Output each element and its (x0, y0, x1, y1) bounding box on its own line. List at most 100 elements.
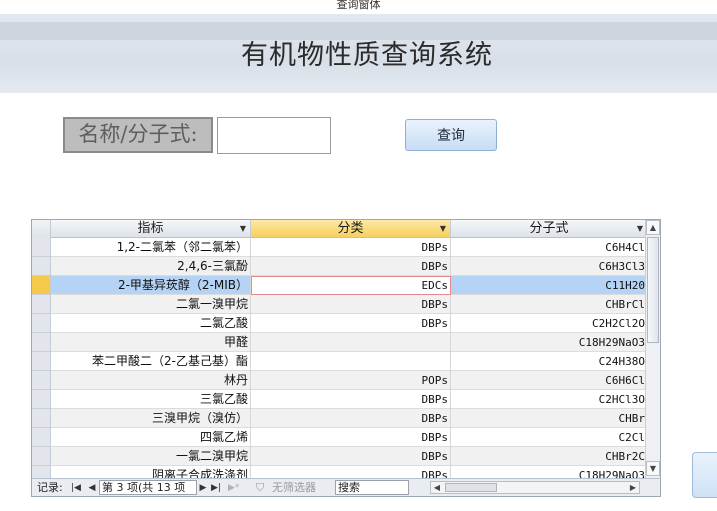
cell-indicator[interactable]: 2,4,6-三氯酚 (51, 257, 251, 276)
cell-indicator[interactable]: 二氯一溴甲烷 (51, 295, 251, 314)
row-selector[interactable] (32, 409, 51, 428)
record-navigator: 记录: |◀ ◀ 第 3 项(共 13 项 ▶ ▶| ▶* ⛉ 无筛选器 搜索 … (32, 478, 660, 496)
prev-record-icon[interactable]: ◀ (87, 480, 97, 495)
last-record-icon[interactable]: ▶| (211, 480, 221, 495)
table-row[interactable]: 二氯一溴甲烷 DBPs CHBrCl (32, 295, 648, 314)
select-all-corner[interactable] (32, 220, 51, 238)
grid-search-input[interactable]: 搜索 (335, 480, 409, 495)
cell-formula[interactable]: C2Cl (451, 428, 648, 447)
new-record-icon[interactable]: ▶* (228, 480, 239, 495)
filter-status[interactable]: 无筛选器 (272, 480, 316, 495)
table-row[interactable]: 一氯二溴甲烷 DBPs CHBr2C (32, 447, 648, 466)
cell-category[interactable]: DBPs (251, 447, 451, 466)
filter-icon[interactable]: ⛉ (256, 480, 264, 495)
vertical-scrollbar[interactable]: ▲ ▼ (645, 220, 660, 478)
row-selector[interactable] (32, 314, 51, 333)
column-header-label: 指标 (137, 221, 164, 236)
row-selector[interactable] (32, 238, 51, 257)
table-row[interactable]: 二氯乙酸 DBPs C2H2Cl2O (32, 314, 648, 333)
cell-indicator[interactable]: 苯二甲酸二（2-乙基己基）酯 (51, 352, 251, 371)
cell-formula[interactable]: C2HCl3O (451, 390, 648, 409)
search-label: 名称/分子式: (63, 117, 213, 153)
cell-formula[interactable]: CHBr (451, 409, 648, 428)
results-datasheet: 指标 ▼ 分类 ▼ 分子式 ▼ 1,2-二氯苯（邻二氯苯） DBPs C6H4Cl 2… (31, 219, 661, 497)
table-row[interactable]: 三溴甲烷（溴仿） DBPs CHBr (32, 409, 648, 428)
next-record-icon[interactable]: ▶ (198, 480, 208, 495)
cell-formula[interactable]: C6H4Cl (451, 238, 648, 257)
grid-header: 指标 ▼ 分类 ▼ 分子式 ▼ (32, 220, 648, 238)
cell-formula[interactable]: CHBrCl (451, 295, 648, 314)
cell-indicator[interactable]: 2-甲基异莰醇（2-MIB） (51, 276, 251, 295)
cell-indicator[interactable]: 阴离子合成洗涤剂 (51, 466, 251, 478)
first-record-icon[interactable]: |◀ (71, 480, 81, 495)
scroll-up-icon[interactable]: ▲ (646, 220, 660, 235)
cell-category[interactable]: DBPs (251, 295, 451, 314)
cell-category[interactable]: EDCs (251, 276, 451, 295)
table-row[interactable]: 四氯乙烯 DBPs C2Cl (32, 428, 648, 447)
column-header-label: 分子式 (529, 221, 569, 236)
table-row[interactable]: 林丹 POPs C6H6Cl (32, 371, 648, 390)
row-selector[interactable] (32, 276, 51, 295)
chevron-down-icon[interactable]: ▼ (240, 220, 246, 237)
scroll-thumb[interactable] (647, 237, 659, 343)
record-label: 记录: (37, 481, 63, 494)
row-selector[interactable] (32, 333, 51, 352)
cell-category[interactable]: DBPs (251, 466, 451, 478)
cell-formula[interactable]: C18H29NaO3 (451, 333, 648, 352)
column-header-formula[interactable]: 分子式 ▼ (451, 220, 648, 238)
cell-indicator[interactable]: 四氯乙烯 (51, 428, 251, 447)
cell-formula[interactable]: CHBr2C (451, 447, 648, 466)
cell-formula[interactable]: C2H2Cl2O (451, 314, 648, 333)
cell-category[interactable]: DBPs (251, 409, 451, 428)
hscroll-thumb[interactable] (445, 483, 497, 492)
cell-indicator[interactable]: 一氯二溴甲烷 (51, 447, 251, 466)
row-selector[interactable] (32, 390, 51, 409)
row-selector[interactable] (32, 257, 51, 276)
horizontal-scrollbar[interactable]: ◀ ▶ (430, 481, 640, 494)
cell-indicator[interactable]: 三氯乙酸 (51, 390, 251, 409)
row-selector[interactable] (32, 352, 51, 371)
cell-category[interactable] (251, 352, 451, 371)
cell-formula[interactable]: C11H20 (451, 276, 648, 295)
cell-indicator[interactable]: 三溴甲烷（溴仿） (51, 409, 251, 428)
cell-category[interactable]: DBPs (251, 390, 451, 409)
row-selector[interactable] (32, 295, 51, 314)
cell-formula[interactable]: C6H6Cl (451, 371, 648, 390)
table-row[interactable]: 甲醛 C18H29NaO3 (32, 333, 648, 352)
cell-formula[interactable]: C24H38O (451, 352, 648, 371)
cell-indicator[interactable]: 林丹 (51, 371, 251, 390)
cell-category[interactable]: POPs (251, 371, 451, 390)
table-row[interactable]: 苯二甲酸二（2-乙基己基）酯 C24H38O (32, 352, 648, 371)
chevron-down-icon[interactable]: ▼ (440, 220, 446, 237)
row-selector[interactable] (32, 428, 51, 447)
table-row[interactable]: 1,2-二氯苯（邻二氯苯） DBPs C6H4Cl (32, 238, 648, 257)
column-header-indicator[interactable]: 指标 ▼ (51, 220, 251, 238)
row-selector[interactable] (32, 371, 51, 390)
record-number-field[interactable]: 第 3 项(共 13 项 (99, 480, 197, 495)
table-row[interactable]: 三氯乙酸 DBPs C2HCl3O (32, 390, 648, 409)
edge-button[interactable] (692, 452, 717, 498)
chevron-down-icon[interactable]: ▼ (637, 220, 643, 237)
cell-indicator[interactable]: 二氯乙酸 (51, 314, 251, 333)
table-row[interactable]: 2-甲基异莰醇（2-MIB） EDCs C11H20 (32, 276, 648, 295)
cell-category[interactable]: DBPs (251, 257, 451, 276)
cell-indicator[interactable]: 1,2-二氯苯（邻二氯苯） (51, 238, 251, 257)
cell-category[interactable]: DBPs (251, 238, 451, 257)
scroll-down-icon[interactable]: ▼ (646, 461, 660, 476)
cell-formula[interactable]: C6H3Cl3 (451, 257, 648, 276)
scroll-right-icon[interactable]: ▶ (627, 482, 639, 493)
row-selector[interactable] (32, 447, 51, 466)
cell-formula[interactable]: C18H29NaO3 (451, 466, 648, 478)
table-row[interactable]: 阴离子合成洗涤剂 DBPs C18H29NaO3 (32, 466, 648, 478)
query-button[interactable]: 查询 (405, 119, 497, 151)
row-selector[interactable] (32, 466, 51, 478)
cell-category[interactable] (251, 333, 451, 352)
table-row[interactable]: 2,4,6-三氯酚 DBPs C6H3Cl3 (32, 257, 648, 276)
window-title: 查询窗体 (0, 0, 717, 14)
scroll-left-icon[interactable]: ◀ (431, 482, 443, 493)
search-input[interactable] (217, 117, 331, 154)
cell-category[interactable]: DBPs (251, 314, 451, 333)
cell-indicator[interactable]: 甲醛 (51, 333, 251, 352)
column-header-category[interactable]: 分类 ▼ (251, 220, 451, 238)
cell-category[interactable]: DBPs (251, 428, 451, 447)
